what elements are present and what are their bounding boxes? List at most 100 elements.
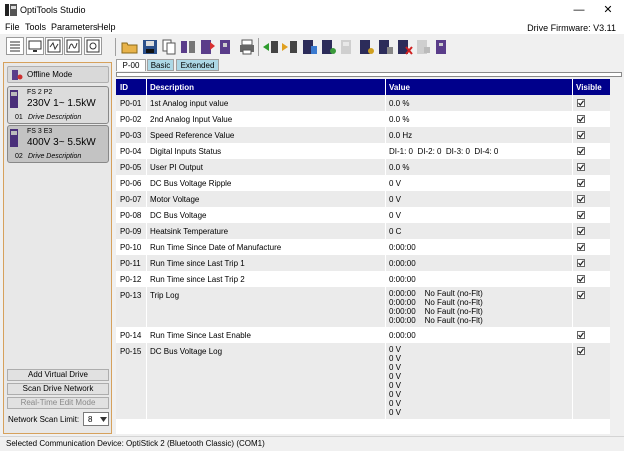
visible-checkbox[interactable]: [577, 131, 585, 139]
table-row[interactable]: P0-07 Motor Voltage 0 V: [116, 191, 610, 207]
table-row[interactable]: P0-12 Run Time since Last Trip 2 0:00:00: [116, 271, 610, 287]
row-value[interactable]: 0:00:00: [389, 331, 416, 340]
row-value[interactable]: 0 V: [389, 399, 401, 408]
row-id: P0-13: [120, 291, 142, 300]
visible-checkbox[interactable]: [577, 179, 585, 187]
table-row[interactable]: P0-13 Trip Log 0:00:00 No Fault (no-Flt) 0:…: [116, 287, 610, 327]
table-row[interactable]: P0-15 DC Bus Voltage Log 0 V0 V0 V0 V0 V0 …: [116, 343, 610, 419]
print-button[interactable]: [238, 38, 256, 56]
copy-button[interactable]: [160, 38, 178, 56]
drive-card-01[interactable]: FS 2 P2 230V 1~ 1.5kW 01 Drive Descripti…: [7, 86, 109, 124]
menu-parameters[interactable]: Parameters: [51, 22, 98, 32]
row-value[interactable]: 0:00:00: [389, 275, 416, 284]
row-value[interactable]: 0 V: [389, 363, 401, 372]
drive-compare-button[interactable]: [433, 38, 451, 56]
minimize-button[interactable]: —: [565, 2, 593, 18]
header-description[interactable]: Description: [150, 83, 194, 92]
menu-tools[interactable]: Tools: [25, 22, 46, 32]
drive-fault-button[interactable]: [395, 38, 413, 56]
visible-checkbox[interactable]: [577, 291, 585, 299]
drive-info-button[interactable]: [300, 38, 318, 56]
row-value[interactable]: 0:00:00 No Fault (no-Flt): [389, 298, 483, 307]
row-value[interactable]: 0.0 %: [389, 99, 409, 108]
tab-p-00[interactable]: P-00: [116, 59, 146, 71]
row-value[interactable]: 0:00:00: [389, 243, 416, 252]
tab-basic[interactable]: Basic: [147, 59, 174, 71]
visible-checkbox[interactable]: [577, 163, 585, 171]
row-value[interactable]: 0:00:00 No Fault (no-Flt): [389, 316, 483, 325]
drive-card-02[interactable]: FS 3 E3 400V 3~ 5.5kW 02 Drive Descripti…: [7, 125, 109, 163]
table-row[interactable]: P0-11 Run Time since Last Trip 1 0:00:00: [116, 255, 610, 271]
table-row[interactable]: P0-02 2nd Analog Input Value 0.0 %: [116, 111, 610, 127]
drive-upload-button[interactable]: [198, 38, 216, 56]
header-id[interactable]: ID: [120, 83, 128, 92]
row-value[interactable]: 0 V: [389, 408, 401, 417]
table-row[interactable]: P0-03 Speed Reference Value 0.0 Hz: [116, 127, 610, 143]
table-row[interactable]: P0-10 Run Time Since Date of Manufacture 0…: [116, 239, 610, 255]
visible-checkbox[interactable]: [577, 115, 585, 123]
visible-checkbox[interactable]: [577, 227, 585, 235]
row-value[interactable]: 0 C: [389, 227, 401, 236]
write-to-drive-button[interactable]: [281, 38, 299, 56]
row-value[interactable]: 0:00:00 No Fault (no-Flt): [389, 289, 483, 298]
row-value[interactable]: DI-1: 0 DI-2: 0 DI-3: 0 DI-4: 0: [389, 147, 498, 156]
visible-checkbox[interactable]: [577, 195, 585, 203]
waveform-view-button[interactable]: [64, 37, 82, 55]
row-value[interactable]: 0 V: [389, 372, 401, 381]
table-row[interactable]: P0-06 DC Bus Voltage Ripple 0 V: [116, 175, 610, 191]
table-row[interactable]: P0-14 Run Time Since Last Enable 0:00:00: [116, 327, 610, 343]
drive-number: 01: [15, 114, 23, 121]
visible-checkbox[interactable]: [577, 147, 585, 155]
row-value[interactable]: 0 V: [389, 354, 401, 363]
scan-drive-network-button[interactable]: Scan Drive Network: [7, 383, 109, 395]
header-value[interactable]: Value: [389, 83, 410, 92]
close-button[interactable]: ✕: [594, 2, 622, 18]
read-from-drive-button[interactable]: [262, 38, 280, 56]
table-row[interactable]: P0-01 1st Analog input value 0.0 %: [116, 95, 610, 111]
real-time-edit-mode-button[interactable]: Real-Time Edit Mode: [7, 397, 109, 409]
table-row[interactable]: P0-04 Digital Inputs Status DI-1: 0 DI-2: …: [116, 143, 610, 159]
parameter-list-view-button[interactable]: [6, 37, 24, 55]
row-value[interactable]: 0 V: [389, 345, 401, 354]
row-value[interactable]: 0.0 %: [389, 163, 409, 172]
row-value[interactable]: 0 V: [389, 211, 401, 220]
row-value[interactable]: 0:00:00: [389, 259, 416, 268]
row-value[interactable]: 0 V: [389, 195, 401, 204]
row-value[interactable]: 0 V: [389, 381, 401, 390]
row-value[interactable]: 0:00:00 No Fault (no-Flt): [389, 307, 483, 316]
visible-checkbox[interactable]: [577, 243, 585, 251]
row-value[interactable]: 0 V: [389, 179, 401, 188]
visible-checkbox[interactable]: [577, 211, 585, 219]
open-button[interactable]: [121, 38, 139, 56]
visible-checkbox[interactable]: [577, 99, 585, 107]
monitor-view-button[interactable]: [26, 37, 44, 55]
row-value[interactable]: 0.0 %: [389, 115, 409, 124]
visible-checkbox[interactable]: [577, 275, 585, 283]
tab-extended[interactable]: Extended: [176, 59, 219, 71]
drive-disabled-button[interactable]: [338, 38, 356, 56]
row-value[interactable]: 0 V: [389, 390, 401, 399]
table-row[interactable]: P0-08 DC Bus Voltage 0 V: [116, 207, 610, 223]
save-button[interactable]: [141, 38, 159, 56]
row-value[interactable]: 0.0 Hz: [389, 131, 412, 140]
header-visible[interactable]: Visible: [576, 83, 602, 92]
drive-lock-button[interactable]: [414, 38, 432, 56]
add-virtual-drive-button[interactable]: Add Virtual Drive: [7, 369, 109, 381]
drive-download-button[interactable]: [217, 38, 235, 56]
menu-file[interactable]: File: [5, 22, 20, 32]
vertical-scrollbar[interactable]: [611, 79, 622, 434]
scope-view-button[interactable]: [45, 37, 63, 55]
visible-checkbox[interactable]: [577, 259, 585, 267]
compare-button[interactable]: [179, 38, 197, 56]
settings-view-button[interactable]: [84, 37, 102, 55]
visible-checkbox[interactable]: [577, 347, 585, 355]
drive-reset-button[interactable]: [357, 38, 375, 56]
visible-checkbox[interactable]: [577, 331, 585, 339]
drive-config-button[interactable]: [376, 38, 394, 56]
table-row[interactable]: P0-09 Heatsink Temperature 0 C: [116, 223, 610, 239]
drive-status-button[interactable]: [319, 38, 337, 56]
network-scan-limit-select[interactable]: 8: [83, 412, 109, 426]
offline-mode-button[interactable]: Offline Mode: [7, 66, 109, 83]
table-row[interactable]: P0-05 User PI Output 0.0 %: [116, 159, 610, 175]
menu-help[interactable]: Help: [97, 22, 116, 32]
